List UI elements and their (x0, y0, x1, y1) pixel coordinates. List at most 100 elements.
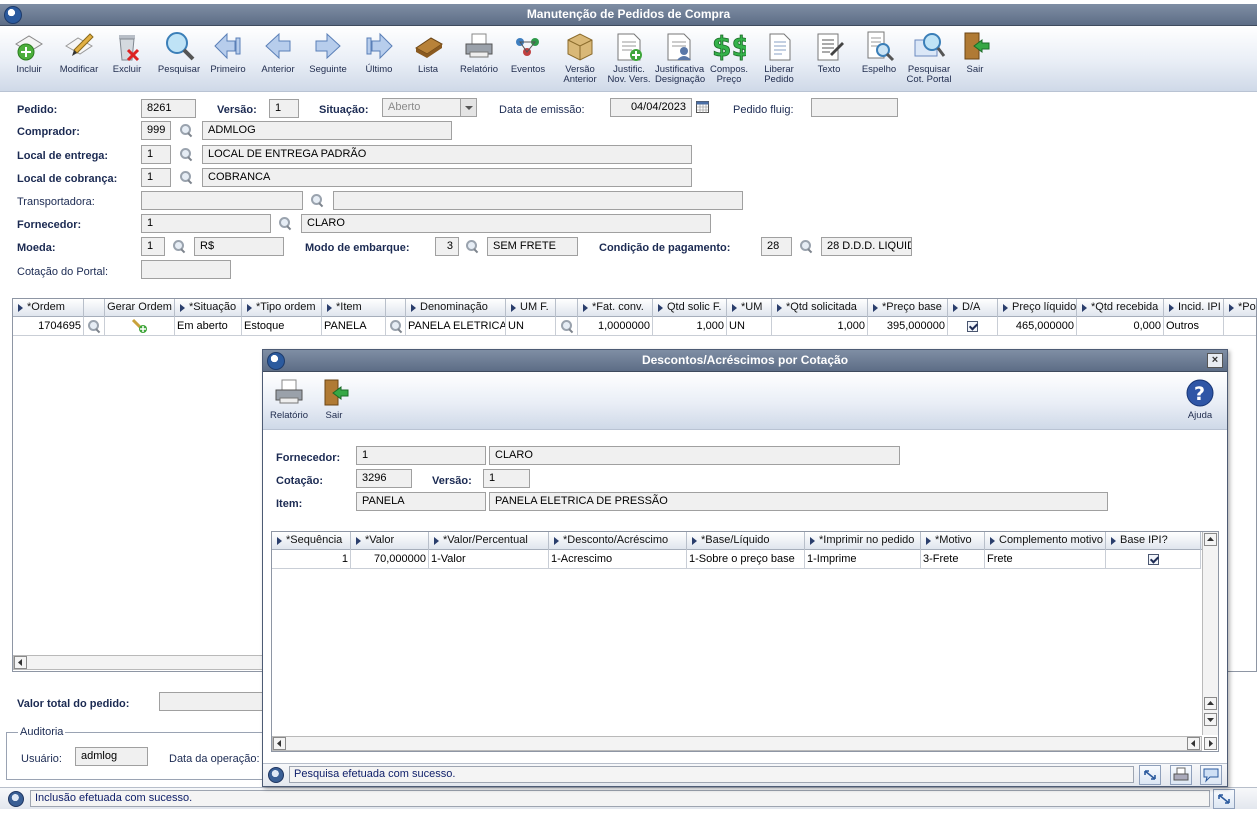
col-fat-conv[interactable]: *Fat. conv. (578, 299, 653, 317)
texto-button[interactable]: Texto (805, 30, 853, 75)
ordem-search-icon[interactable] (87, 319, 101, 333)
cell-ordem-lookup[interactable] (84, 317, 105, 336)
dialog-relatorio-button[interactable]: Relatório (265, 378, 313, 421)
moeda-code-field[interactable]: 1 (141, 237, 165, 256)
pedido-field[interactable]: 8261 (141, 99, 196, 118)
scroll-down-icon[interactable] (1204, 713, 1217, 726)
excluir-button[interactable]: Excluir (103, 30, 151, 75)
col-incid-ipi[interactable]: Incid. IPI (1164, 299, 1224, 317)
generate-order-icon[interactable] (131, 318, 149, 334)
modo-embarque-search-icon[interactable] (465, 239, 479, 253)
cell-preco-liquido[interactable]: 465,000000 (998, 317, 1077, 336)
dcell-valor-percentual[interactable]: 1-Valor (429, 550, 549, 569)
scroll-left-icon[interactable] (14, 656, 27, 669)
dcol-valor-percentual[interactable]: *Valor/Percentual (429, 532, 549, 550)
dialog-discounts-grid[interactable]: *Sequência *Valor *Valor/Percentual *Des… (271, 531, 1219, 752)
col-qtd-solicitada[interactable]: *Qtd solicitada (772, 299, 868, 317)
cell-da[interactable] (948, 317, 998, 336)
items-grid-hscrollbar[interactable] (13, 655, 265, 670)
cell-item[interactable]: PANELA (322, 317, 386, 336)
col-po[interactable]: *Po (1224, 299, 1257, 317)
dialog-sair-button[interactable]: Sair (310, 378, 358, 421)
eventos-button[interactable]: Eventos (504, 30, 552, 75)
dialog-close-icon[interactable]: × (1207, 353, 1223, 368)
cell-um[interactable]: UN (727, 317, 772, 336)
lista-button[interactable]: Lista (404, 30, 452, 75)
cond-pagamento-search-icon[interactable] (799, 239, 813, 253)
dcol-motivo[interactable]: *Motivo (921, 532, 985, 550)
dcol-base-ipi[interactable]: Base IPI? (1106, 532, 1201, 550)
col-preco-base[interactable]: *Preço base (868, 299, 948, 317)
dialog-print-log-button[interactable] (1170, 765, 1192, 785)
local-cobranca-search-icon[interactable] (179, 170, 193, 184)
dcell-complemento[interactable]: Frete (985, 550, 1106, 569)
local-entrega-search-icon[interactable] (179, 147, 193, 161)
umf-search-icon[interactable] (560, 319, 574, 333)
dialog-grid-vscrollbar[interactable] (1202, 532, 1218, 735)
col-situacao[interactable]: *Situação (175, 299, 242, 317)
cell-preco-base[interactable]: 395,000000 (868, 317, 948, 336)
justific-nov-vers-button[interactable]: Justific. Nov. Vers. (605, 30, 653, 85)
dcell-desconto-acrescimo[interactable]: 1-Acrescimo (549, 550, 687, 569)
col-qtd-recebida[interactable]: *Qtd recebida (1077, 299, 1164, 317)
dcell-imprimir[interactable]: 1-Imprime (805, 550, 921, 569)
anterior-button[interactable]: Anterior (254, 30, 302, 75)
cell-qtd-solic-f[interactable]: 1,000 (653, 317, 727, 336)
fornecedor-code-field[interactable]: 1 (141, 214, 271, 233)
comprador-search-icon[interactable] (179, 123, 193, 137)
pesquisar-cot-portal-button[interactable]: Pesquisar Cot. Portal (905, 30, 953, 85)
cond-pagamento-code-field[interactable]: 28 (761, 237, 792, 256)
base-ipi-checkbox[interactable] (1147, 553, 1159, 565)
item-search-icon[interactable] (389, 319, 403, 333)
dialog-grid-hscrollbar[interactable] (272, 736, 1202, 751)
cell-ordem[interactable]: 1704695 (13, 317, 84, 336)
dcell-motivo[interactable]: 3-Frete (921, 550, 985, 569)
cell-umf-lookup[interactable] (556, 317, 578, 336)
calendar-icon[interactable] (696, 101, 709, 113)
espelho-button[interactable]: Espelho (855, 30, 903, 75)
modificar-button[interactable]: Modificar (55, 30, 103, 75)
expand-status-button[interactable] (1213, 789, 1235, 809)
pedido-fluig-field[interactable] (811, 98, 898, 117)
dcell-base-liquido[interactable]: 1-Sobre o preço base (687, 550, 805, 569)
cell-gerar-ordem[interactable] (105, 317, 175, 336)
compos-preco-button[interactable]: $$ Compos. Preço (705, 30, 753, 85)
cell-fat-conv[interactable]: 1,0000000 (578, 317, 653, 336)
dialog-scroll-left2-icon[interactable] (1187, 737, 1200, 750)
dcell-sequencia[interactable]: 1 (272, 550, 351, 569)
dcol-complemento[interactable]: Complemento motivo (985, 532, 1106, 550)
col-da[interactable]: D/A (948, 299, 998, 317)
versao-field[interactable]: 1 (269, 99, 299, 118)
seguinte-button[interactable]: Seguinte (304, 30, 352, 75)
cell-tipo-ordem[interactable]: Estoque (242, 317, 322, 336)
dcell-base-ipi[interactable] (1106, 550, 1201, 569)
cell-item-lookup[interactable] (386, 317, 406, 336)
cell-qtd-solicitada[interactable]: 1,000 (772, 317, 868, 336)
da-checkbox[interactable] (967, 320, 978, 332)
dialog-expand-button[interactable] (1139, 765, 1161, 785)
dcol-base-liquido[interactable]: *Base/Líquido (687, 532, 805, 550)
primeiro-button[interactable]: Primeiro (204, 30, 252, 75)
col-ordem[interactable]: *Ordem (13, 299, 84, 317)
col-preco-liquido[interactable]: Preço líquido (998, 299, 1077, 317)
scroll-up-icon[interactable] (1204, 533, 1217, 546)
liberar-pedido-button[interactable]: Liberar Pedido (755, 30, 803, 85)
col-qtd-solic-f[interactable]: Qtd solic F. (653, 299, 727, 317)
dcol-desconto-acrescimo[interactable]: *Desconto/Acréscimo (549, 532, 687, 550)
cell-situacao[interactable]: Em aberto (175, 317, 242, 336)
cell-incid-ipi[interactable]: Outros (1164, 317, 1224, 336)
dialog-scroll-left-icon[interactable] (273, 737, 286, 750)
cell-qtd-recebida[interactable]: 0,000 (1077, 317, 1164, 336)
dialog-ajuda-button[interactable]: ? Ajuda (1176, 378, 1224, 421)
relatorio-button[interactable]: Relatório (455, 30, 503, 75)
situacao-select[interactable]: Aberto (382, 98, 477, 117)
moeda-search-icon[interactable] (172, 239, 186, 253)
transportadora-search-icon[interactable] (310, 193, 324, 207)
justificativa-designacao-button[interactable]: Justificativa Designação (655, 30, 705, 85)
ultimo-button[interactable]: Último (355, 30, 403, 75)
col-gerar-ordem[interactable]: Gerar Ordem (105, 299, 175, 317)
col-tipo-ordem[interactable]: *Tipo ordem (242, 299, 322, 317)
chevron-down-icon[interactable] (460, 99, 476, 116)
col-denominacao[interactable]: Denominação (406, 299, 506, 317)
sair-button[interactable]: Sair (951, 30, 999, 75)
